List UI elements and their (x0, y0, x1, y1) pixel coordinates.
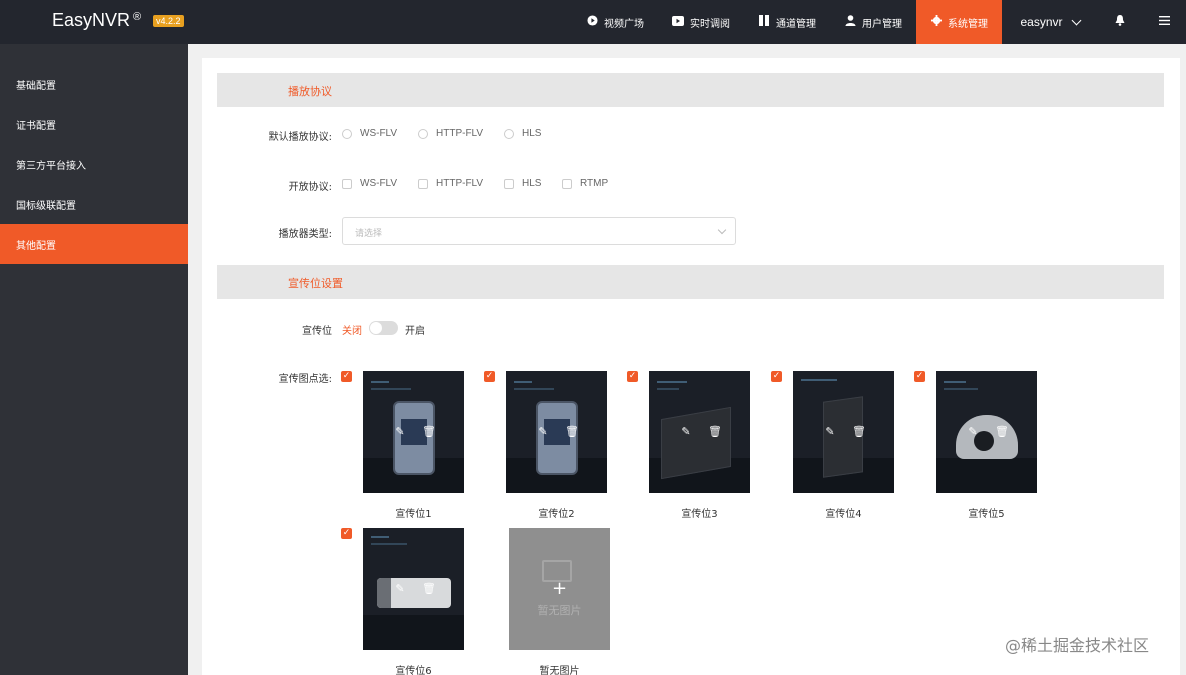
ad-actions-2: ✎ 🗑 (536, 425, 594, 439)
ad-thumbnail-6[interactable]: ✎ 🗑 (363, 528, 464, 650)
nav-live-view[interactable]: 实时调阅 (658, 0, 744, 44)
section-title-playback: 播放协议 (288, 85, 332, 98)
nav-channel-management[interactable]: 通道管理 (744, 0, 830, 44)
username: easynvr (1020, 15, 1063, 29)
user-icon (844, 15, 856, 29)
ad-upload-slot[interactable]: + 暂无图片 (509, 528, 610, 650)
gear-icon (930, 15, 942, 29)
checkbox-http-flv[interactable]: HTTP-FLV (418, 178, 483, 189)
player-type-label: 播放器类型: (278, 229, 332, 240)
hamburger-icon (1158, 16, 1170, 28)
ad-pick-label: 宣传图点选: (278, 374, 332, 385)
ad-state-on: 开启 (405, 326, 425, 337)
ad-thumbnail-3[interactable]: ✎ 🗑 (649, 371, 750, 493)
section-header-playback: 播放协议 (217, 73, 1164, 107)
chevron-down-icon (1071, 15, 1081, 25)
ad-checkbox-5[interactable]: ✓ (914, 371, 925, 382)
radio-http-flv[interactable]: HTTP-FLV (418, 128, 483, 139)
radio-circle-icon (418, 128, 428, 139)
bell-icon (1115, 15, 1125, 29)
edit-icon[interactable]: ✎ (823, 425, 837, 439)
ad-checkbox-6[interactable]: ✓ (341, 528, 352, 539)
empty-slot-text: 暂无图片 (537, 604, 582, 617)
edit-icon[interactable]: ✎ (393, 425, 407, 439)
ad-checkbox-4[interactable]: ✓ (771, 371, 782, 382)
radio-hls[interactable]: HLS (504, 128, 541, 139)
ad-label-5: 宣传位5 (968, 509, 1005, 520)
player-type-select[interactable]: 请选择 (342, 217, 736, 245)
trash-icon[interactable]: 🗑 (422, 425, 436, 439)
radio-circle-icon (342, 128, 352, 139)
checkbox-icon (504, 178, 514, 189)
ad-thumbnail-5[interactable]: ✎ 🗑 (936, 371, 1037, 493)
channel-icon (758, 15, 770, 29)
edit-icon[interactable]: ✎ (393, 582, 407, 596)
trash-icon[interactable]: 🗑 (708, 425, 722, 439)
radio-circle-icon (504, 128, 514, 139)
toggle-knob (370, 322, 382, 334)
notifications-button[interactable] (1098, 0, 1142, 44)
edit-icon[interactable]: ✎ (536, 425, 550, 439)
version-badge: v4.2.2 (153, 15, 184, 27)
main-nav: 视频广场 实时调阅 通道管理 用户管理 系统管理 easynvr (572, 0, 1186, 44)
play-circle-icon (586, 15, 598, 29)
user-menu[interactable]: easynvr (1002, 0, 1098, 44)
chevron-down-icon (717, 225, 727, 235)
ad-label-6: 宣传位6 (395, 666, 432, 675)
edit-icon[interactable]: ✎ (679, 425, 693, 439)
sidebar-item-certificate-config[interactable]: 证书配置 (0, 104, 188, 144)
ad-thumbnail-4[interactable]: ✎ 🗑 (793, 371, 894, 493)
plus-icon: + (551, 578, 568, 599)
section-title-ads: 宣传位设置 (288, 277, 343, 290)
nav-video-square[interactable]: 视频广场 (572, 0, 658, 44)
ad-toggle-switch[interactable] (369, 321, 398, 335)
sidebar-item-other-config[interactable]: 其他配置 (0, 224, 188, 264)
ad-switch-label: 宣传位 (302, 326, 332, 337)
sidebar: 基础配置 证书配置 第三方平台接入 国标级联配置 其他配置 (0, 44, 188, 675)
trash-icon[interactable]: 🗑 (565, 425, 579, 439)
ad-state-off: 关闭 (342, 326, 362, 337)
nav-user-management[interactable]: 用户管理 (830, 0, 916, 44)
ad-thumbnail-2[interactable]: ✎ 🗑 (506, 371, 607, 493)
ad-thumbnail-1[interactable]: ✎ 🗑 (363, 371, 464, 493)
menu-button[interactable] (1142, 0, 1186, 44)
ad-actions-6: ✎ 🗑 (393, 582, 451, 596)
ad-label-3: 宣传位3 (681, 509, 718, 520)
nav-system-management[interactable]: 系统管理 (916, 0, 1002, 44)
watermark: @稀土掘金技术社区 (1005, 636, 1150, 655)
ad-label-4: 宣传位4 (825, 509, 862, 520)
sidebar-item-gb-cascade-config[interactable]: 国标级联配置 (0, 184, 188, 224)
ad-actions-4: ✎ 🗑 (823, 425, 881, 439)
app-logo[interactable]: EasyNVR ® (52, 10, 141, 31)
checkbox-icon (342, 178, 352, 189)
section-header-ads: 宣传位设置 (217, 265, 1164, 299)
ad-actions-1: ✎ 🗑 (393, 425, 451, 439)
checkbox-ws-flv[interactable]: WS-FLV (342, 178, 397, 189)
content-panel: 播放协议 默认播放协议: WS-FLV HTTP-FLV HLS 开放协议: W… (202, 58, 1180, 675)
top-bar: EasyNVR ® v4.2.2 视频广场 实时调阅 通道管理 用户管理 系统管… (0, 0, 1186, 44)
ad-checkbox-2[interactable]: ✓ (484, 371, 495, 382)
ad-actions-3: ✎ 🗑 (679, 425, 737, 439)
video-icon (672, 15, 684, 29)
edit-icon[interactable]: ✎ (966, 425, 980, 439)
checkbox-rtmp[interactable]: RTMP (562, 178, 608, 189)
sidebar-item-basic-config[interactable]: 基础配置 (0, 64, 188, 104)
default-protocol-label: 默认播放协议: (268, 132, 332, 143)
radio-ws-flv[interactable]: WS-FLV (342, 128, 397, 139)
ad-label-1: 宣传位1 (395, 509, 432, 520)
select-placeholder: 请选择 (355, 229, 383, 239)
ad-checkbox-1[interactable]: ✓ (341, 371, 352, 382)
ad-label-2: 宣传位2 (538, 509, 575, 520)
ad-actions-5: ✎ 🗑 (966, 425, 1024, 439)
checkbox-hls[interactable]: HLS (504, 178, 541, 189)
ad-checkbox-3[interactable]: ✓ (627, 371, 638, 382)
sidebar-item-third-party-access[interactable]: 第三方平台接入 (0, 144, 188, 184)
checkbox-icon (418, 178, 428, 189)
open-protocol-label: 开放协议: (288, 182, 332, 193)
trash-icon[interactable]: 🗑 (422, 582, 436, 596)
checkbox-icon (562, 178, 572, 189)
trash-icon[interactable]: 🗑 (995, 425, 1009, 439)
ad-label-empty: 暂无图片 (539, 666, 580, 675)
trash-icon[interactable]: 🗑 (852, 425, 866, 439)
